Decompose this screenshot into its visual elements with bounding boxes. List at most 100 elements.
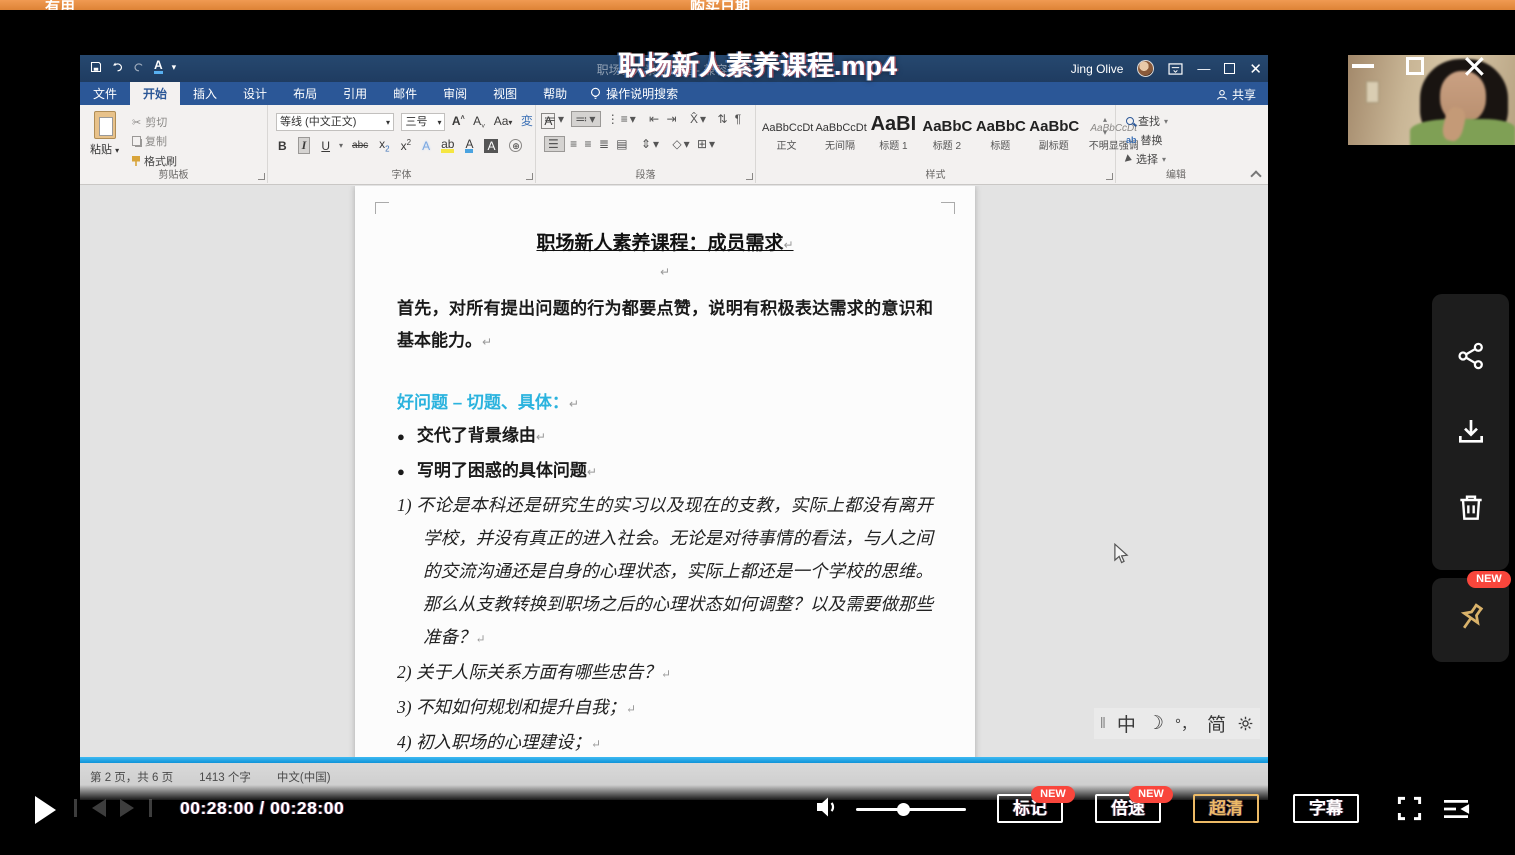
style-heading2[interactable]: AaBbC标题 2 [922, 118, 971, 152]
share-icon[interactable] [1455, 340, 1487, 372]
numbering-button[interactable]: ≕▾ [571, 111, 601, 127]
phonetic-guide-button[interactable]: 変 [521, 112, 533, 129]
subscript-button[interactable]: x2 [379, 137, 389, 153]
document-area[interactable]: 职场新人素养课程：成员需求↵ ↵ 首先，对所有提出问题的行为都要点赞，说明有积极… [80, 186, 1268, 757]
font-name-combo[interactable]: 等线 (中文正文) ▾ [276, 113, 394, 131]
strikethrough-button[interactable]: abc [352, 140, 368, 151]
style-title[interactable]: AaBbC标题 [976, 118, 1025, 152]
ime-punctuation[interactable]: °， [1175, 713, 1196, 734]
ime-settings-gear-icon[interactable] [1237, 715, 1254, 732]
bullets-button[interactable]: ≔▾ [544, 112, 566, 126]
grow-font-button[interactable]: A˄ [452, 114, 465, 128]
highlight-button[interactable]: ab [441, 139, 454, 153]
tab-home[interactable]: 开始 [130, 82, 180, 105]
font-color-button[interactable]: A [465, 139, 473, 153]
side-action-panel [1432, 294, 1509, 570]
play-button[interactable] [35, 796, 56, 824]
subtitle-button[interactable]: 字幕 [1293, 794, 1359, 823]
shading-button[interactable]: ◇▾ [672, 137, 691, 151]
volume-icon[interactable] [813, 794, 841, 820]
asian-layout-button[interactable]: X̂▾ [690, 112, 708, 126]
bold-button[interactable]: B [278, 139, 287, 153]
status-page-info[interactable]: 第 2 页，共 6 页 [90, 769, 173, 785]
decrease-indent-button[interactable]: ⇤ [649, 112, 661, 126]
player-maximize-icon[interactable] [1406, 57, 1424, 75]
player-minimize-icon[interactable] [1352, 64, 1374, 68]
align-right-button[interactable]: ≡ [584, 137, 593, 151]
italic-button[interactable]: I [298, 137, 311, 154]
tab-review[interactable]: 审阅 [430, 82, 480, 105]
scissors-icon: ✂ [132, 116, 141, 129]
fullscreen-icon[interactable] [1396, 795, 1423, 822]
ime-toolbar[interactable]: ‖ 中 ☽ °， 简 [1094, 708, 1260, 739]
find-button[interactable]: 查找▾ [1126, 113, 1168, 129]
shrink-font-button[interactable]: A˅ [473, 114, 485, 130]
tab-file[interactable]: 文件 [80, 82, 130, 105]
tab-view[interactable]: 视图 [480, 82, 530, 105]
show-marks-button[interactable]: ¶ [735, 112, 743, 126]
playlist-icon[interactable] [1441, 797, 1471, 821]
player-close-icon[interactable]: ✕ [1461, 48, 1488, 86]
align-left-button[interactable]: ☰ [544, 136, 565, 152]
ime-handle[interactable]: ‖ [1100, 715, 1106, 732]
next-icon[interactable] [120, 799, 134, 817]
increase-indent-button[interactable]: ⇥ [667, 112, 679, 126]
styles-gallery-scroll[interactable]: ▴▾▿ [1099, 113, 1111, 152]
previous-icon[interactable] [92, 799, 106, 817]
justify-button[interactable]: ≣ [599, 137, 611, 151]
collapse-ribbon-icon[interactable] [1250, 170, 1261, 181]
styles-dialog-launcher[interactable] [1106, 173, 1113, 180]
ime-mode-chinese[interactable]: 中 [1117, 710, 1136, 737]
pin-icon[interactable] [1453, 600, 1489, 636]
borders-button[interactable]: ⊞▾ [697, 137, 717, 151]
download-icon[interactable] [1455, 416, 1487, 448]
tab-design[interactable]: 设计 [230, 82, 280, 105]
tab-help[interactable]: 帮助 [530, 82, 580, 105]
select-button[interactable]: 选择▾ [1126, 151, 1168, 167]
sort-button[interactable]: ⇅ [717, 112, 729, 126]
ime-simplified[interactable]: 简 [1207, 710, 1226, 737]
tab-insert[interactable]: 插入 [180, 82, 230, 105]
mouse-cursor [1113, 543, 1129, 565]
clipboard-dialog-launcher[interactable] [258, 173, 265, 180]
ribbon: 粘贴 ▾ ✂剪切 复制 格式刷 剪贴板 等线 (中文正文) ▾ [80, 105, 1268, 185]
align-center-button[interactable]: ≡ [570, 137, 579, 151]
multilevel-list-button[interactable]: ⋮≡▾ [607, 112, 638, 126]
text-effects-button[interactable]: A [422, 139, 430, 153]
cut-button[interactable]: ✂剪切 [132, 114, 177, 130]
distribute-button[interactable]: ▤ [616, 137, 629, 151]
quality-button[interactable]: 超清 [1193, 794, 1259, 823]
editing-group: 查找▾ ab 替换 选择▾ 编辑 [1116, 105, 1236, 183]
tab-layout[interactable]: 布局 [280, 82, 330, 105]
status-language[interactable]: 中文(中国) [277, 769, 331, 785]
volume-slider-knob[interactable] [897, 803, 910, 816]
tab-mailings[interactable]: 邮件 [380, 82, 430, 105]
style-normal[interactable]: AaBbCcDt正文 [762, 118, 811, 152]
paste-button[interactable]: 粘贴 ▾ [90, 111, 119, 157]
tab-references[interactable]: 引用 [330, 82, 380, 105]
share-button[interactable]: 共享 [1216, 86, 1256, 103]
volume-slider[interactable] [856, 808, 966, 811]
ime-fullwidth-moon-icon[interactable]: ☽ [1147, 712, 1164, 735]
change-case-button[interactable]: Aa▾ [494, 114, 513, 128]
superscript-button[interactable]: x2 [401, 138, 411, 153]
prev-next-ghost-buttons[interactable] [92, 799, 134, 817]
style-heading1[interactable]: AaBI标题 1 [869, 113, 918, 152]
tell-me-box[interactable]: 操作说明搜索 [580, 82, 688, 105]
enclose-characters-button[interactable]: ⊕ [509, 139, 522, 152]
line-spacing-button[interactable]: ⇕▾ [641, 137, 661, 151]
style-no-spacing[interactable]: AaBbCcDt无间隔 [815, 118, 864, 152]
replace-icon: ab [1126, 135, 1137, 145]
style-subtitle[interactable]: AaBbC副标题 [1029, 118, 1078, 152]
document-page[interactable]: 职场新人素养课程：成员需求↵ ↵ 首先，对所有提出问题的行为都要点赞，说明有积极… [355, 186, 975, 757]
replace-button[interactable]: ab 替换 [1126, 132, 1168, 148]
trash-icon[interactable] [1455, 492, 1487, 524]
paragraph-dialog-launcher[interactable] [746, 173, 753, 180]
underline-button[interactable]: U [321, 139, 330, 153]
character-shading-button[interactable]: A [484, 139, 498, 153]
font-dialog-launcher[interactable] [526, 173, 533, 180]
video-content-word-capture[interactable]: A ▾ 职场新人素养课程 - 兼容模式 Jing Olive — ✕ 文件 开始… [80, 55, 1268, 800]
status-word-count[interactable]: 1413 个字 [199, 769, 251, 785]
font-size-combo[interactable]: 三号 ▾ [401, 113, 445, 131]
copy-button[interactable]: 复制 [132, 133, 177, 149]
